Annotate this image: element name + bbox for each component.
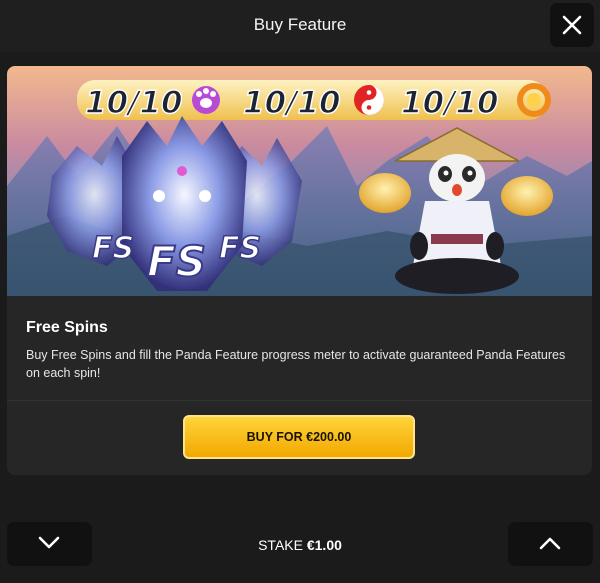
- feature-description: Buy Free Spins and fill the Panda Featur…: [26, 348, 566, 380]
- fs-label: FS: [92, 231, 134, 266]
- dumpling-icon: [359, 173, 411, 213]
- feature-card: 10/10 10/10 10/10 FS FS FS Free Spins Bu…: [7, 66, 592, 475]
- close-button[interactable]: [550, 3, 594, 47]
- fs-label: FS: [219, 231, 261, 266]
- stake-label: STAKE: [258, 537, 303, 553]
- feature-title: Free Spins: [26, 319, 108, 336]
- counter-text: 10/10: [243, 85, 341, 121]
- chevron-up-icon: [539, 537, 561, 550]
- divider: [7, 400, 592, 401]
- close-icon: [562, 15, 582, 35]
- fs-label: FS: [147, 237, 206, 286]
- modal-title: Buy Feature: [253, 15, 347, 34]
- stake-value: €1.00: [306, 537, 342, 553]
- counter-text: 10/10: [401, 85, 499, 121]
- counter-group: 10/10 10/10 10/10: [84, 83, 551, 122]
- increase-stake-button[interactable]: [508, 522, 593, 566]
- counter-text: 10/10: [85, 85, 183, 121]
- dumpling-icon: [501, 176, 553, 216]
- feature-banner-art: 10/10 10/10 10/10 FS FS FS: [7, 66, 592, 296]
- modal-header: Buy Feature: [0, 0, 600, 52]
- feature-banner: 10/10 10/10 10/10 FS FS FS: [7, 66, 592, 296]
- buy-feature-button[interactable]: BUY FOR €200.00: [183, 415, 415, 459]
